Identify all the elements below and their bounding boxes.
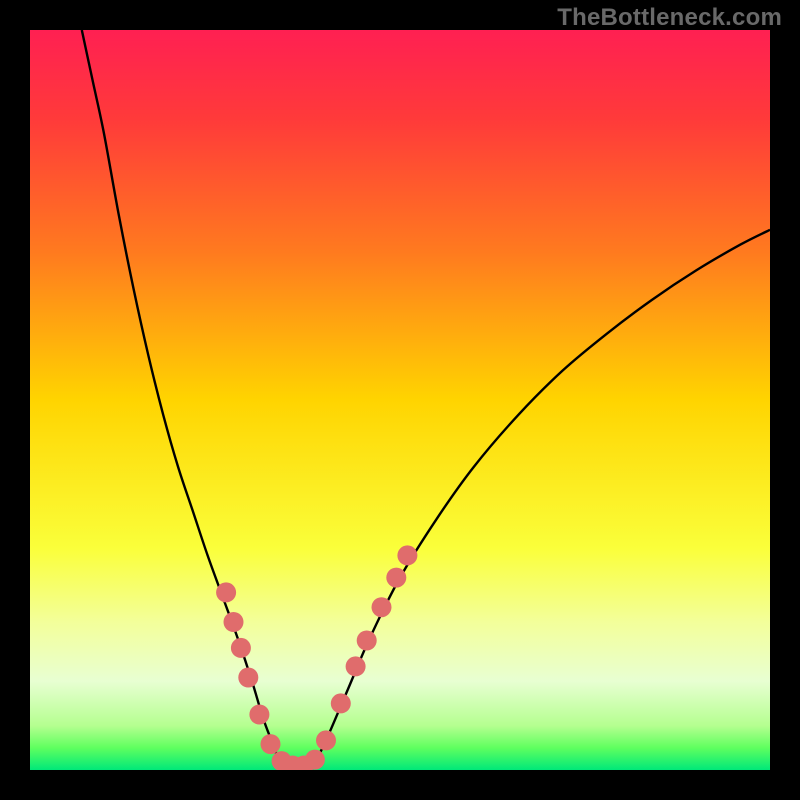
highlight-dot bbox=[372, 597, 392, 617]
highlight-dot bbox=[357, 631, 377, 651]
highlight-dot bbox=[386, 568, 406, 588]
highlight-dot bbox=[305, 750, 325, 770]
highlight-dot bbox=[397, 545, 417, 565]
highlight-dot bbox=[331, 693, 351, 713]
watermark-text: TheBottleneck.com bbox=[557, 4, 782, 32]
gradient-background bbox=[30, 30, 770, 770]
highlight-dot bbox=[238, 668, 258, 688]
highlight-dot bbox=[231, 638, 251, 658]
highlight-dot bbox=[249, 705, 269, 725]
highlight-dot bbox=[216, 582, 236, 602]
highlight-dot bbox=[316, 730, 336, 750]
chart-frame bbox=[30, 30, 770, 770]
highlight-dot bbox=[224, 612, 244, 632]
highlight-dot bbox=[261, 734, 281, 754]
bottleneck-chart bbox=[30, 30, 770, 770]
highlight-dot bbox=[346, 656, 366, 676]
